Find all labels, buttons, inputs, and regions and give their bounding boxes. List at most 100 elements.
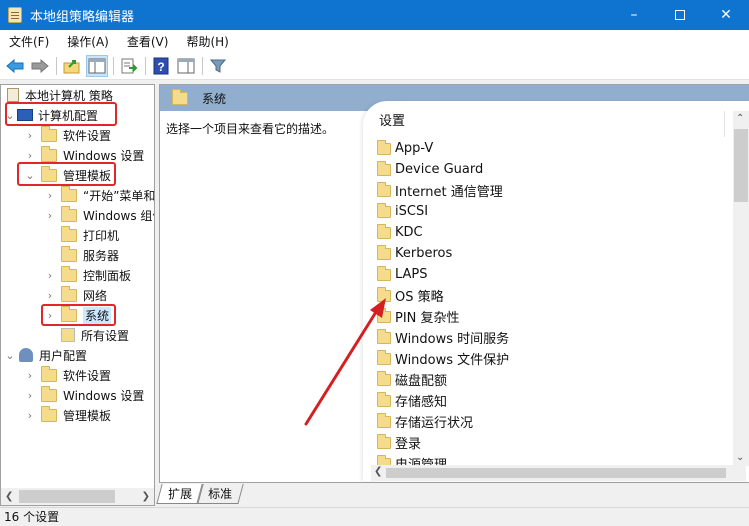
scrollbar-thumb[interactable] (734, 129, 748, 202)
folder-icon (377, 223, 391, 239)
menu-help[interactable]: 帮助(H) (177, 33, 237, 50)
scroll-left-icon[interactable]: ❮ (5, 491, 13, 502)
list-item[interactable]: iSCSI (377, 201, 509, 222)
column-separator (724, 111, 725, 137)
folder-icon (61, 205, 77, 222)
action-pane-icon (177, 58, 195, 73)
tree-user-config[interactable]: ⌄ 用户配置 (3, 345, 87, 365)
list-item[interactable]: Device Guard (377, 159, 509, 180)
folder-icon (377, 370, 391, 386)
up-one-level-button[interactable] (61, 55, 83, 77)
list-item[interactable]: Internet 通信管理 (377, 180, 509, 201)
tree-windows-components[interactable]: › Windows 组件 (43, 205, 154, 225)
list-item[interactable]: LAPS (377, 264, 509, 285)
menu-file[interactable]: 文件(F) (0, 33, 58, 50)
list-item-label: OS 策略 (395, 290, 444, 305)
filter-button[interactable] (207, 55, 229, 77)
maximize-button[interactable] (657, 0, 703, 30)
list-item[interactable]: 存储运行状况 (377, 411, 509, 432)
tree-user-admin[interactable]: › 管理模板 (23, 405, 111, 425)
list-item[interactable]: Kerberos (377, 243, 509, 264)
tree-label: Windows 设置 (63, 148, 145, 163)
show-hide-console-tree-button[interactable] (86, 54, 108, 77)
chevron-right-icon[interactable]: › (43, 269, 57, 282)
tree-control-panel[interactable]: › 控制面板 (43, 265, 131, 285)
folder-icon (61, 265, 77, 282)
list-item[interactable]: OS 策略 (377, 285, 509, 306)
tree-all-settings[interactable]: 所有设置 (61, 325, 129, 345)
forward-button[interactable] (29, 55, 51, 77)
tree-label: “开始”菜单和 (83, 188, 155, 203)
minimize-icon: – (630, 7, 638, 23)
help-button[interactable]: ? (150, 55, 172, 77)
scrollbar-thumb[interactable] (386, 468, 726, 478)
list-vertical-scrollbar[interactable]: ⌃ ⌄ (733, 111, 749, 466)
tree-printers[interactable]: 打印机 (57, 225, 119, 245)
column-header-settings[interactable]: 设置 (379, 111, 509, 133)
list-item-label: KDC (395, 225, 423, 240)
tab-label: 标准 (208, 487, 233, 501)
chevron-right-icon[interactable]: › (23, 389, 37, 402)
tree-label: Windows 设置 (63, 388, 145, 403)
list-item[interactable]: KDC (377, 222, 509, 243)
forward-arrow-icon (31, 58, 49, 73)
export-list-button[interactable] (118, 55, 140, 77)
list-item-label: 存储运行状况 (395, 416, 474, 431)
chevron-right-icon[interactable]: › (43, 189, 57, 202)
tree-user-software[interactable]: › 软件设置 (23, 365, 111, 385)
tree-user-windows[interactable]: › Windows 设置 (23, 385, 144, 405)
highlight-system (41, 304, 116, 326)
chevron-down-icon[interactable]: ⌄ (3, 349, 17, 362)
list-horizontal-scrollbar[interactable]: ❮ (371, 465, 746, 481)
menu-action[interactable]: 操作(A) (58, 33, 118, 50)
menu-view[interactable]: 查看(V) (118, 33, 178, 50)
chevron-right-icon[interactable]: › (23, 149, 37, 162)
export-list-icon (121, 58, 138, 73)
scrollbar-thumb[interactable] (19, 490, 115, 503)
tree-network[interactable]: › 网络 (43, 285, 107, 305)
folder-icon (61, 285, 77, 302)
tree-label: 所有设置 (81, 328, 130, 343)
chevron-right-icon[interactable]: › (23, 369, 37, 382)
maximize-icon (675, 10, 685, 20)
chevron-right-icon[interactable]: › (43, 289, 57, 302)
all-settings-icon (61, 328, 75, 342)
minimize-button[interactable]: – (611, 0, 657, 30)
folder-icon (377, 244, 391, 260)
policy-document-icon (7, 88, 19, 102)
list-item-label: PIN 复杂性 (395, 311, 460, 326)
chevron-right-icon[interactable]: › (23, 129, 37, 142)
list-item[interactable]: App-V (377, 138, 509, 159)
folder-icon (377, 286, 391, 302)
scroll-up-icon[interactable]: ⌃ (736, 113, 744, 124)
list-item-label: iSCSI (395, 204, 429, 219)
chevron-right-icon[interactable]: › (23, 409, 37, 422)
folder-icon (377, 160, 391, 176)
tree-software-settings[interactable]: › 软件设置 (23, 125, 111, 145)
filter-icon (210, 59, 226, 73)
folder-icon (41, 405, 57, 422)
list-item[interactable]: 磁盘配额 (377, 369, 509, 390)
list-item[interactable]: Windows 时间服务 (377, 327, 509, 348)
list-item-label: Windows 文件保护 (395, 353, 510, 368)
list-item[interactable]: PIN 复杂性 (377, 306, 509, 327)
folder-icon (61, 225, 77, 242)
tree-server[interactable]: 服务器 (57, 245, 119, 265)
console-tree-icon (88, 58, 106, 73)
list-item-label: LAPS (395, 267, 428, 282)
chevron-right-icon[interactable]: › (43, 209, 57, 222)
tree-horizontal-scrollbar[interactable]: ❮ ❯ (1, 488, 154, 505)
list-item[interactable]: 登录 (377, 432, 509, 453)
show-hide-action-pane-button[interactable] (175, 55, 197, 77)
close-button[interactable]: ✕ (703, 0, 749, 30)
back-button[interactable] (4, 55, 26, 77)
title-bar: 本地组策略编辑器 – ✕ (0, 0, 749, 30)
tab-standard[interactable]: 标准 (196, 484, 244, 504)
list-item[interactable]: Windows 文件保护 (377, 348, 509, 369)
tree-start-menu[interactable]: › “开始”菜单和 (43, 185, 155, 205)
toolbar: ? (0, 52, 749, 80)
scroll-down-icon[interactable]: ⌄ (736, 452, 744, 463)
scroll-left-icon[interactable]: ❮ (374, 466, 382, 477)
list-item[interactable]: 存储感知 (377, 390, 509, 411)
scroll-right-icon[interactable]: ❯ (142, 491, 150, 502)
